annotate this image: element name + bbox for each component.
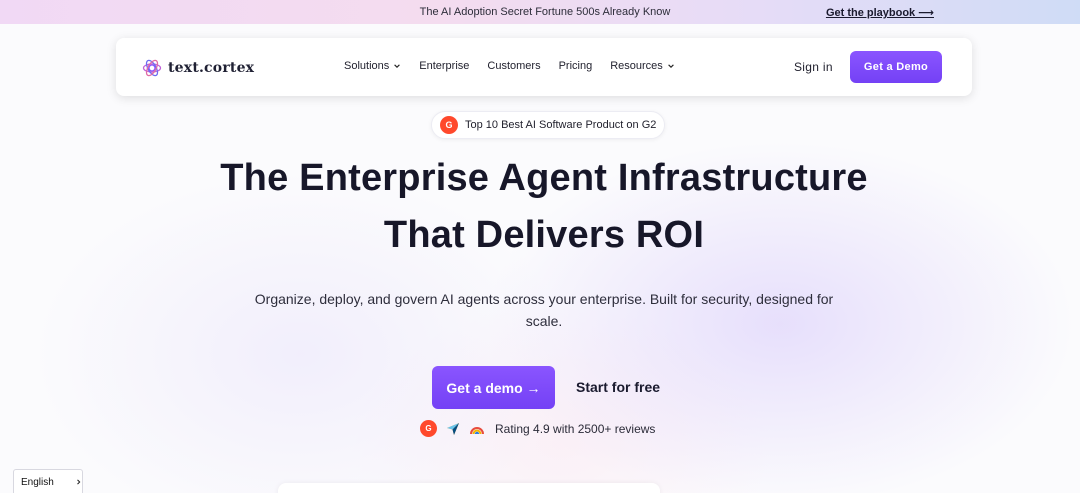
- brain-logo-icon: [142, 59, 162, 77]
- g2-rating-icon: G: [420, 420, 437, 437]
- language-selector[interactable]: English: [13, 469, 83, 493]
- badge-text: Top 10 Best AI Software Product on G2: [465, 119, 657, 131]
- capterra-icon: [444, 420, 461, 437]
- chevron-right-icon: [76, 479, 81, 485]
- menu-item-solutions[interactable]: Solutions: [344, 60, 401, 72]
- chevron-down-icon: [668, 64, 674, 68]
- headline-line-1: The Enterprise Agent Infrastructure: [220, 157, 868, 199]
- menu-item-enterprise[interactable]: Enterprise: [419, 60, 469, 72]
- top-navigation: text.cortex Solutions Enterprise Custome…: [116, 38, 972, 96]
- menu-item-label: Pricing: [558, 60, 593, 72]
- playbook-link[interactable]: Get the playbook ⟶: [826, 6, 934, 19]
- language-label: English: [21, 476, 54, 488]
- get-a-demo-button[interactable]: Get a Demo: [850, 51, 942, 83]
- menu-item-label: Resources: [610, 60, 663, 72]
- menu-item-pricing[interactable]: Pricing: [559, 60, 593, 72]
- g2-badge[interactable]: G Top 10 Best AI Software Product on G2: [431, 111, 665, 139]
- menu-item-customers[interactable]: Customers: [487, 60, 540, 72]
- menu-item-resources[interactable]: Resources: [610, 60, 675, 72]
- main-menu: Solutions Enterprise Customers Pricing R…: [344, 60, 675, 72]
- start-for-free-link[interactable]: Start for free: [576, 379, 660, 395]
- rating-row: G Rating 4.9 with 2500+ reviews: [420, 420, 655, 437]
- getapp-icon: [468, 420, 485, 437]
- rating-text: Rating 4.9 with 2500+ reviews: [495, 421, 656, 436]
- menu-item-label: Solutions: [344, 60, 390, 72]
- hero-headline: The Enterprise Agent Infrastructure That…: [0, 150, 1080, 264]
- getapp-rainbow-icon: [469, 426, 484, 434]
- hero-subtitle: Organize, deploy, and govern AI agents a…: [254, 291, 834, 329]
- g2-icon: G: [420, 420, 437, 437]
- logo[interactable]: text.cortex: [142, 58, 254, 78]
- g2-icon: G: [440, 116, 458, 134]
- preview-card: [278, 483, 660, 493]
- menu-item-label: Customers: [487, 60, 541, 72]
- menu-item-label: Enterprise: [419, 60, 470, 72]
- headline-line-2: That Delivers ROI: [383, 214, 705, 256]
- get-a-demo-cta-button[interactable]: Get a demo →: [432, 366, 555, 409]
- logo-text: text.cortex: [168, 60, 255, 76]
- capterra-arrow-icon: [446, 422, 459, 435]
- sign-in-link[interactable]: Sign in: [794, 60, 833, 74]
- announcement-bar: The AI Adoption Secret Fortune 500s Alre…: [0, 0, 1080, 24]
- chevron-down-icon: [394, 64, 401, 68]
